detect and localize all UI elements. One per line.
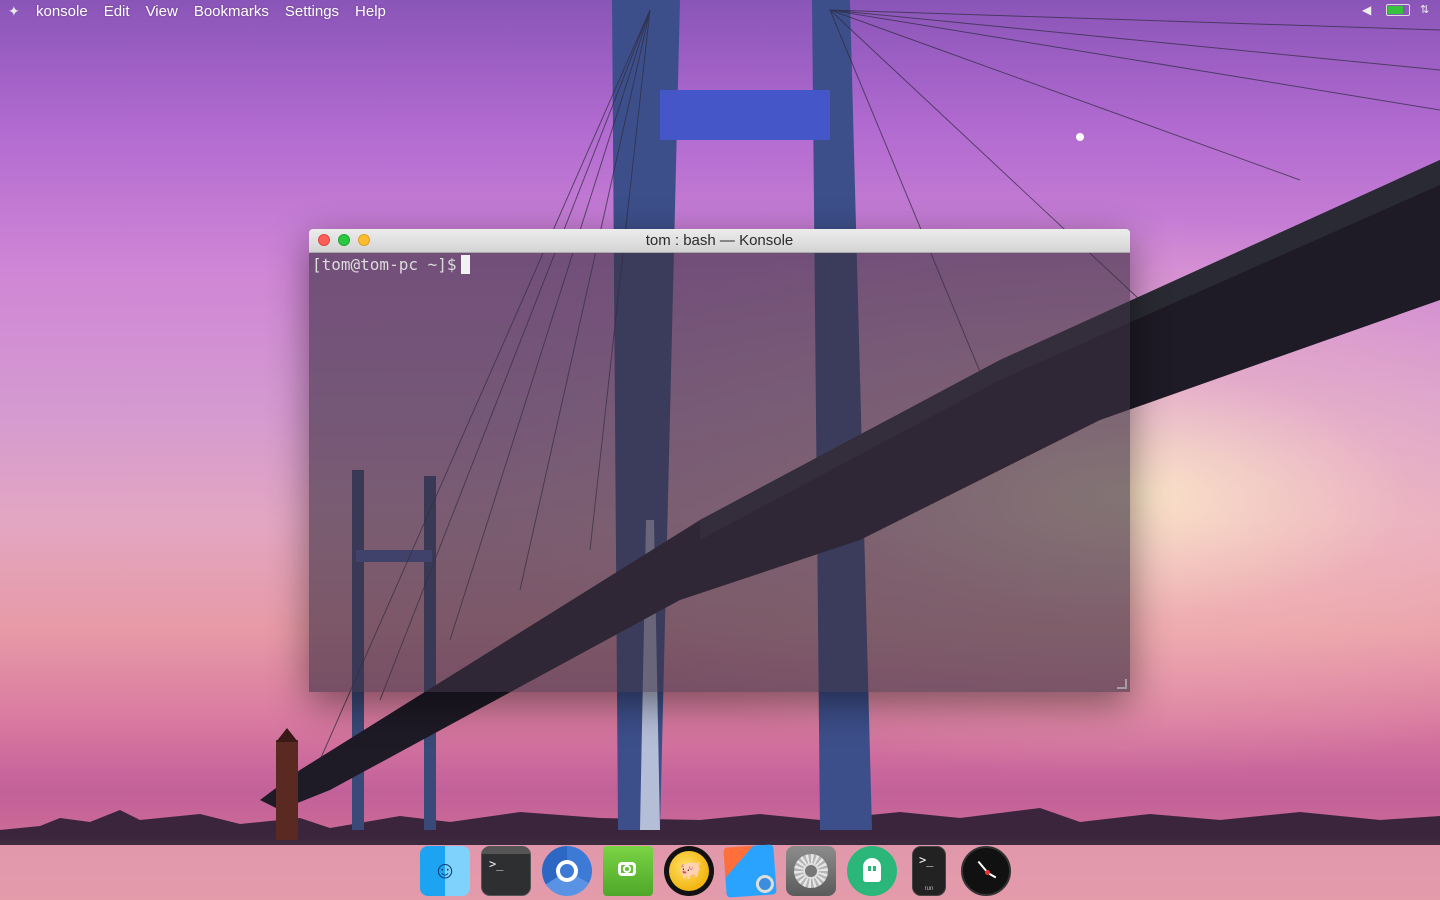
menu-app-konsole[interactable]: konsole: [36, 3, 88, 20]
system-settings-icon[interactable]: [786, 846, 836, 896]
resize-grip-icon[interactable]: [1117, 679, 1127, 689]
window-controls: [318, 234, 370, 246]
menu-help[interactable]: Help: [355, 3, 386, 20]
piggy-bank-icon[interactable]: 🐖: [664, 846, 714, 896]
ghost-icon[interactable]: [847, 846, 897, 896]
minimize-button[interactable]: [358, 234, 370, 246]
kde-logo-icon[interactable]: ✦: [8, 4, 22, 18]
battery-icon[interactable]: [1386, 4, 1410, 16]
top-menu-bar: ✦ konsole Edit View Bookmarks Settings H…: [0, 0, 1440, 22]
text-cursor: [460, 255, 470, 274]
volume-icon[interactable]: ◀: [1362, 3, 1376, 17]
dock: ☺ >_ 🐖 >_ run: [420, 844, 1011, 898]
menu-settings[interactable]: Settings: [285, 3, 339, 20]
menu-view[interactable]: View: [146, 3, 178, 20]
konsole-window: tom : bash — Konsole [tom@tom-pc ~]$: [309, 229, 1130, 692]
system-tray: ◀ ⇅: [1362, 3, 1434, 17]
menu-bookmarks[interactable]: Bookmarks: [194, 3, 269, 20]
chromium-icon[interactable]: [542, 846, 592, 896]
run-icon[interactable]: >_ run: [912, 846, 946, 896]
maximize-button[interactable]: [338, 234, 350, 246]
window-titlebar[interactable]: tom : bash — Konsole: [309, 229, 1130, 253]
network-icon[interactable]: ⇅: [1420, 3, 1434, 17]
close-button[interactable]: [318, 234, 330, 246]
shell-prompt: [tom@tom-pc ~]$: [312, 255, 457, 274]
terminal-icon[interactable]: >_: [481, 846, 531, 896]
finder-icon[interactable]: ☺: [420, 846, 470, 896]
terminal-area[interactable]: [tom@tom-pc ~]$: [309, 253, 1130, 692]
menu-edit[interactable]: Edit: [104, 3, 130, 20]
screenshot-icon[interactable]: [603, 846, 653, 896]
window-title: tom : bash — Konsole: [645, 232, 794, 249]
preview-icon[interactable]: [723, 844, 777, 898]
clock-icon[interactable]: [961, 846, 1011, 896]
